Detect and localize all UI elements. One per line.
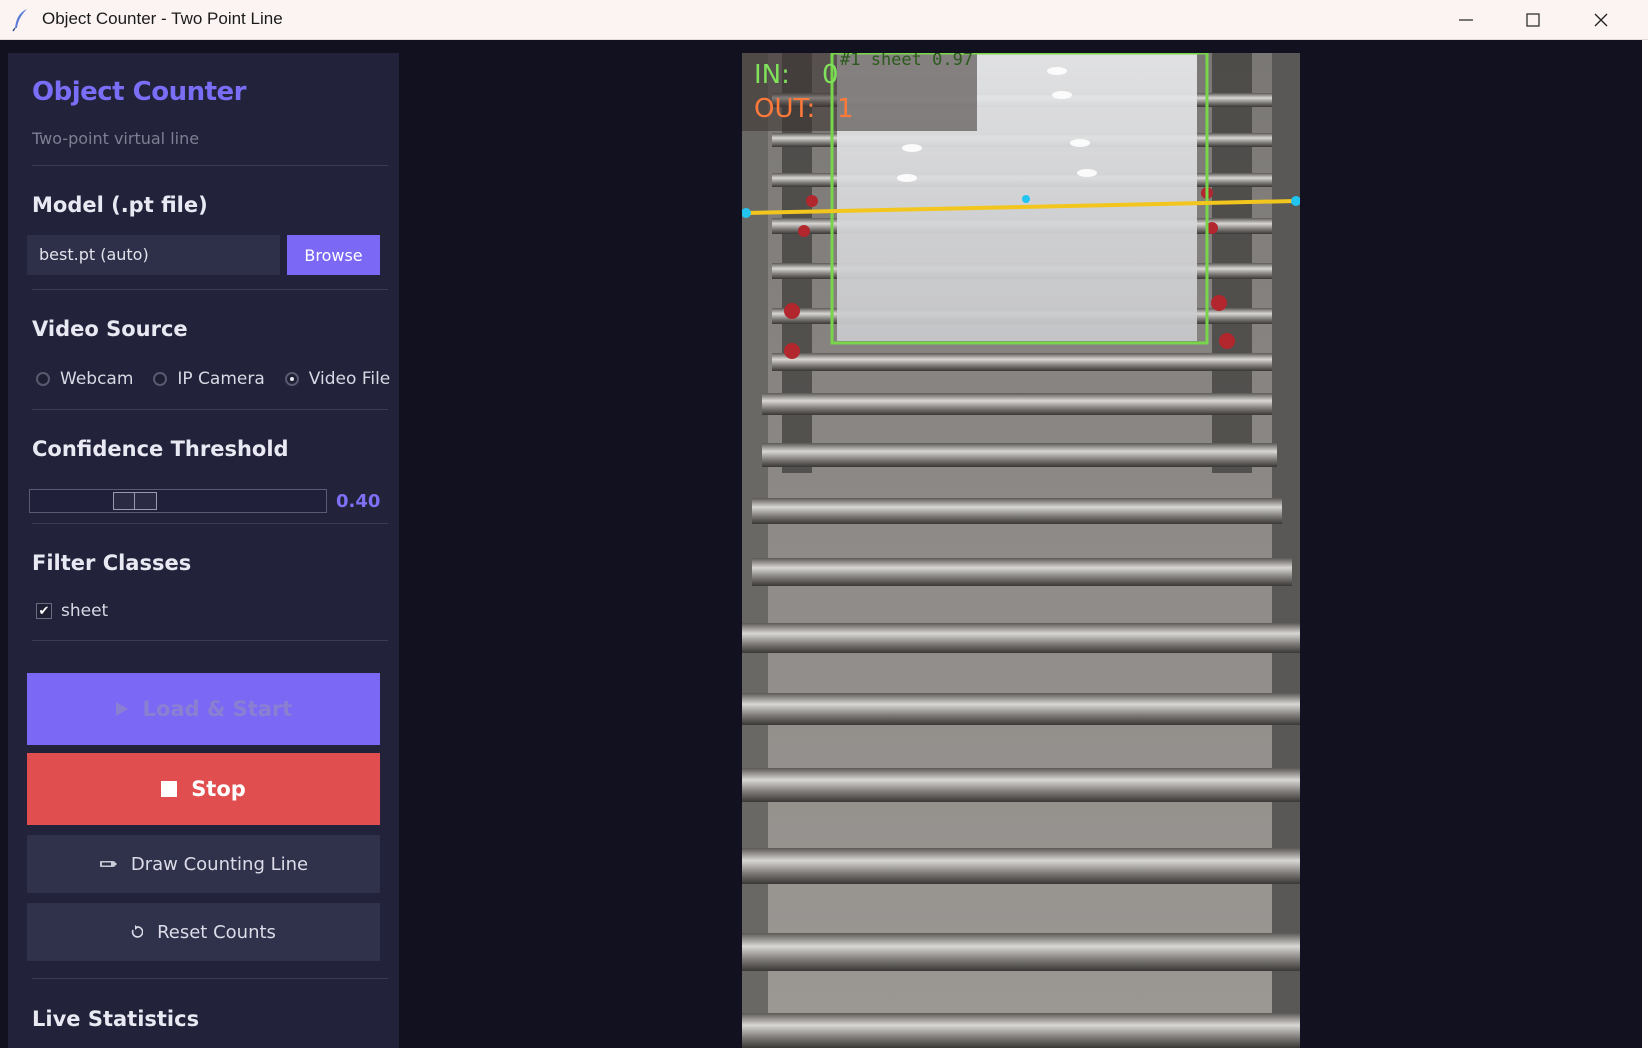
filter-classes-heading: Filter Classes (32, 551, 192, 575)
feather-icon (12, 9, 27, 32)
confidence-heading: Confidence Threshold (32, 437, 289, 461)
app-title: Object Counter (32, 77, 247, 107)
load-start-button[interactable]: Load & Start (27, 673, 380, 745)
minimize-button[interactable] (1431, 0, 1501, 40)
slider-thumb[interactable] (113, 492, 157, 510)
video-source-heading: Video Source (32, 317, 188, 341)
draw-line-label: Draw Counting Line (130, 853, 309, 875)
browse-button[interactable]: Browse (287, 235, 380, 275)
radio-label: Webcam (60, 369, 134, 389)
divider (32, 289, 388, 290)
class-checkbox-sheet[interactable]: ✔ sheet (36, 601, 108, 621)
divider (32, 165, 388, 166)
reset-counts-button[interactable]: Reset Counts (27, 903, 380, 961)
count-in-value: 0 (822, 60, 839, 90)
divider (32, 640, 388, 641)
count-out-label: OUT: (754, 94, 815, 124)
radio-label: IP Camera (177, 369, 265, 389)
load-start-label: Load & Start (142, 697, 293, 721)
detection-label: #1 sheet 0.97 (840, 53, 973, 70)
maximize-icon (1526, 13, 1540, 27)
confidence-value: 0.40 (336, 491, 381, 512)
radio-indicator (36, 372, 50, 386)
checkbox-label: sheet (61, 601, 109, 621)
window-title: Object Counter - Two Point Line (42, 9, 283, 28)
live-statistics-heading: Live Statistics (32, 1007, 200, 1031)
minimize-icon (1459, 19, 1473, 21)
checkbox-checked-icon[interactable]: ✔ (36, 603, 52, 619)
pencil-icon (99, 858, 117, 870)
stop-square-icon (161, 781, 178, 797)
play-icon (115, 701, 129, 717)
radio-label: Video File (308, 369, 391, 389)
radio-webcam[interactable]: Webcam (36, 369, 133, 389)
reset-icon (131, 925, 144, 939)
line-midpoint (1022, 195, 1030, 203)
window-edge (1642, 40, 1648, 1048)
video-source-options: Webcam IP Camera Video File (36, 369, 390, 389)
app-subtitle: Two-point virtual line (32, 129, 200, 148)
radio-indicator-selected (284, 372, 299, 386)
conveyor-frame-image: #1 sheet 0.97 IN: 0 OUT: 1 (742, 53, 1300, 1048)
stop-button[interactable]: Stop (27, 753, 380, 825)
draw-line-button[interactable]: Draw Counting Line (27, 835, 380, 893)
divider (32, 523, 388, 524)
maximize-button[interactable] (1498, 0, 1568, 40)
count-out-value: 1 (837, 94, 854, 124)
model-heading: Model (.pt file) (32, 193, 208, 217)
control-sidebar: Object Counter Two-point virtual line Mo… (8, 53, 399, 1048)
radio-ip-camera[interactable]: IP Camera (153, 369, 265, 389)
reset-counts-label: Reset Counts (157, 921, 276, 943)
divider (32, 409, 388, 410)
count-in-label: IN: (754, 60, 790, 90)
divider (32, 978, 388, 979)
video-frame[interactable]: #1 sheet 0.97 IN: 0 OUT: 1 (742, 53, 1300, 1048)
stop-label: Stop (191, 777, 246, 801)
close-icon (1594, 13, 1608, 27)
confidence-slider[interactable] (29, 489, 327, 513)
model-path-input[interactable]: best.pt (auto) (27, 235, 280, 275)
radio-video-file[interactable]: Video File (284, 369, 391, 389)
title-bar: Object Counter - Two Point Line (0, 0, 1648, 40)
radio-indicator (153, 372, 168, 386)
close-button[interactable] (1566, 0, 1636, 40)
